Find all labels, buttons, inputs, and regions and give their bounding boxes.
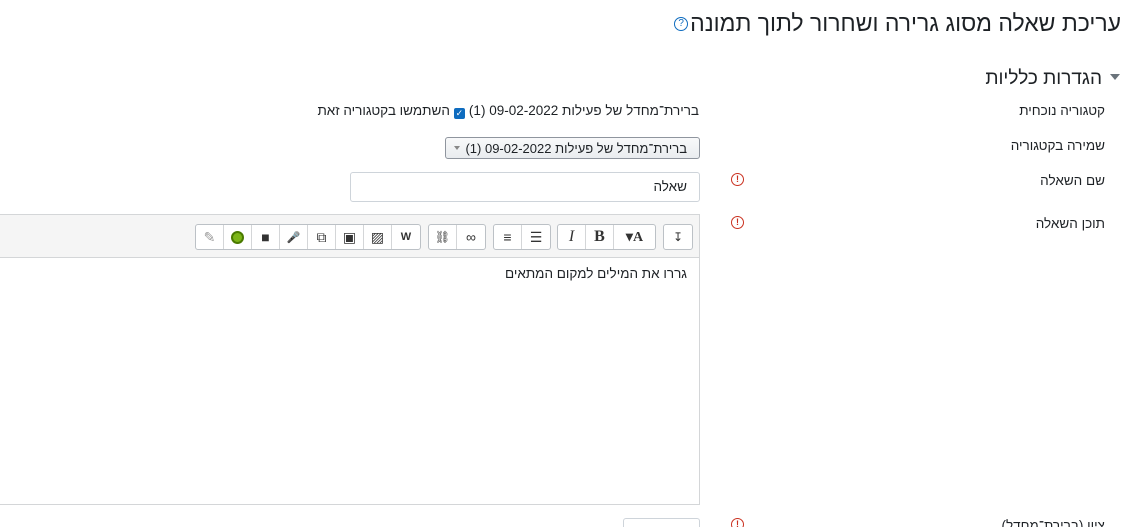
italic-icon[interactable]: I [558, 225, 586, 249]
toolbar-group-lists: ≡ ☰ [493, 224, 551, 250]
question-text-content: גררו את המילים למקום המתאים [504, 266, 687, 281]
toolbar-toggle-icon[interactable]: ↧ [664, 225, 692, 249]
default-mark-label: ציון (ברירת־מחדל) [1001, 518, 1105, 527]
edit-pencil-icon[interactable]: ✎ [196, 225, 224, 249]
image-icon[interactable]: ▨ [364, 225, 392, 249]
unordered-list-icon[interactable]: ☰ [522, 225, 550, 249]
toolbar-group-toggle: ↧ [663, 224, 693, 250]
emoji-icon[interactable] [224, 225, 252, 249]
required-icon: ! [731, 518, 744, 527]
save-category-label: שמירה בקטגוריה [1010, 138, 1105, 153]
word-paste-icon[interactable]: W [392, 225, 420, 249]
link-icon[interactable]: ∞ [457, 225, 485, 249]
toolbar-group-insert: ✎ ■ 🎤 ⧉ ▣ ▨ W [195, 224, 421, 250]
save-category-selected: ברירת־מחדל של פעילות 09-02-2022 (1) [465, 141, 687, 156]
use-category-checkbox[interactable]: ✓ [453, 108, 465, 119]
editor-toolbar: ✎ ■ 🎤 ⧉ ▣ ▨ W ⛓ ∞ ≡ ☰ I B ▾A ↧ [0, 214, 700, 258]
bold-icon[interactable]: B [586, 225, 614, 249]
section-general-header[interactable]: הגדרות כלליות [985, 68, 1120, 90]
video-record-icon[interactable]: ■ [252, 225, 280, 249]
audio-record-icon[interactable]: 🎤 [280, 225, 308, 249]
ordered-list-icon[interactable]: ≡ [494, 225, 522, 249]
section-general-title: הגדרות כלליות [985, 68, 1102, 89]
collapse-caret-icon[interactable] [1110, 74, 1120, 80]
current-category-label: קטגוריה נוכחית [1019, 103, 1105, 118]
manage-files-icon[interactable]: ⧉ [308, 225, 336, 249]
question-text-label: תוכן השאלה [1035, 216, 1105, 231]
current-category-value: ברירת־מחדל של פעילות 09-02-2022 (1)✓ השתמ… [317, 103, 699, 119]
save-category-select[interactable]: ברירת־מחדל של פעילות 09-02-2022 (1) [445, 137, 700, 159]
use-category-label[interactable]: השתמשו בקטגוריה זאת [317, 103, 449, 118]
unlink-icon[interactable]: ⛓ [429, 225, 457, 249]
chevron-down-icon [454, 146, 460, 150]
font-style-icon[interactable]: ▾A [614, 225, 655, 249]
toolbar-group-links: ⛓ ∞ [428, 224, 486, 250]
help-icon[interactable]: ? [674, 17, 689, 31]
page-title-text: עריכת שאלה מסוג גרירה ושחרור לתוך תמונה [690, 10, 1121, 36]
question-name-input[interactable]: שאלה [350, 172, 700, 202]
required-icon: ! [731, 216, 744, 229]
media-icon[interactable]: ▣ [336, 225, 364, 249]
toolbar-group-format: I B ▾A [557, 224, 656, 250]
page-title: עריכת שאלה מסוג גרירה ושחרור לתוך תמונה? [674, 10, 1121, 37]
default-mark-input[interactable] [623, 518, 700, 527]
required-icon: ! [731, 173, 744, 186]
question-text-editor[interactable]: גררו את המילים למקום המתאים [0, 257, 700, 505]
current-category-text: ברירת־מחדל של פעילות 09-02-2022 (1) [468, 103, 699, 118]
question-name-label: שם השאלה [1040, 173, 1105, 188]
